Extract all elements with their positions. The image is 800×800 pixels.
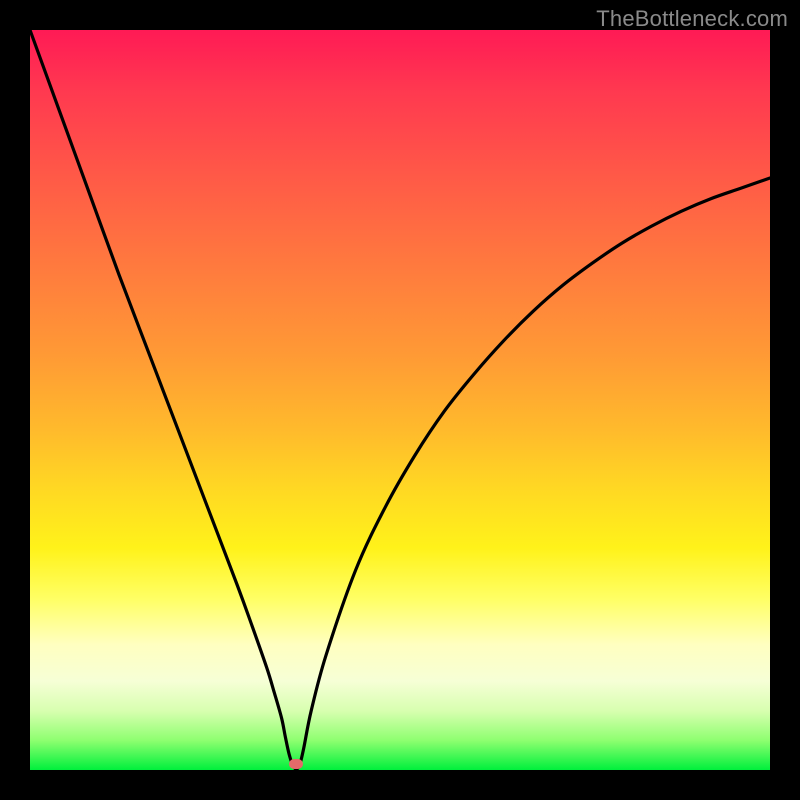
plot-area <box>30 30 770 770</box>
bottleneck-curve <box>30 30 770 770</box>
watermark-text: TheBottleneck.com <box>596 6 788 32</box>
optimum-marker <box>289 759 303 769</box>
curve-path <box>30 30 770 769</box>
chart-frame: TheBottleneck.com <box>0 0 800 800</box>
